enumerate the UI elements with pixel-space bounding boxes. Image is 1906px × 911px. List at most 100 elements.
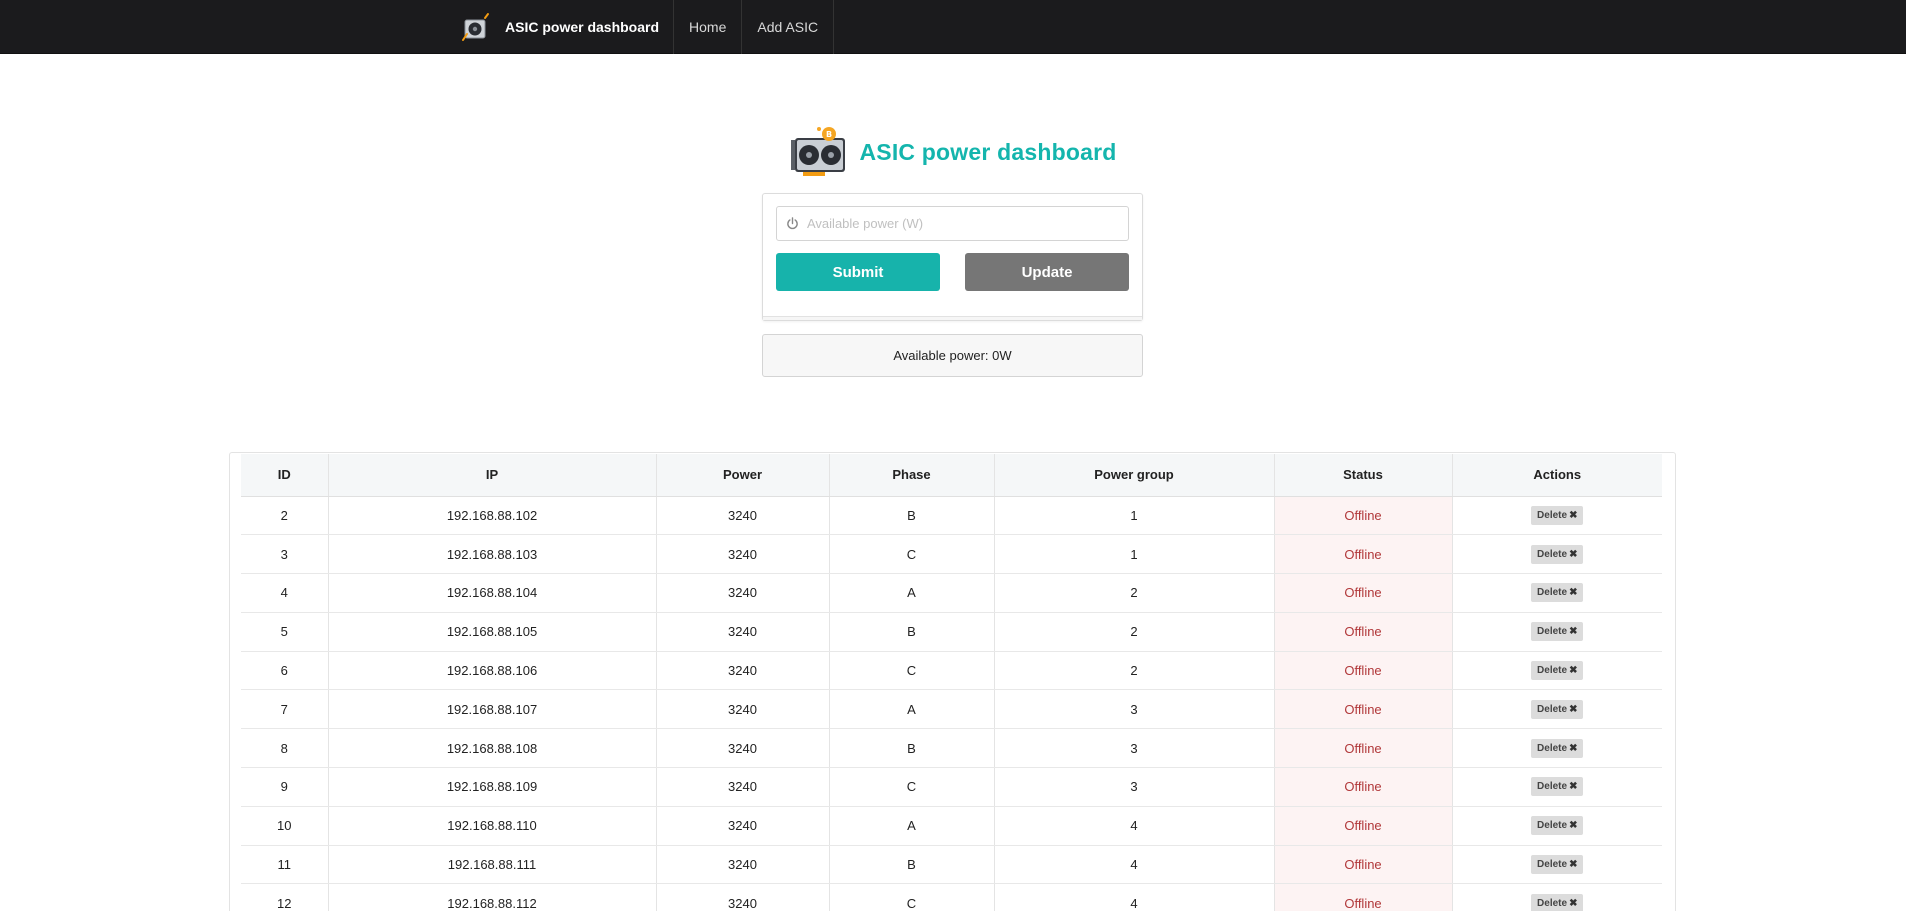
x-icon: ✖ [1569, 897, 1578, 909]
cell-power: 3240 [656, 845, 830, 885]
cell-status: Offline [1274, 612, 1453, 652]
cell-phase: C [829, 883, 995, 911]
cell-actions: Delete ✖ [1452, 534, 1662, 575]
cell-ip: 192.168.88.107 [328, 689, 657, 730]
x-icon: ✖ [1569, 859, 1578, 871]
power-input-group [776, 206, 1129, 241]
table-row: 5 192.168.88.105 3240 B 2 Offline Delete ✖ [241, 612, 1662, 652]
delete-button-label: Delete [1537, 742, 1568, 754]
delete-button[interactable]: Delete ✖ [1531, 777, 1584, 797]
submit-button[interactable]: Submit [776, 253, 940, 291]
asic-miner-icon: B [789, 126, 849, 178]
delete-button-label: Delete [1537, 820, 1568, 832]
cell-status: Offline [1274, 689, 1453, 730]
update-button[interactable]: Update [965, 253, 1129, 291]
cell-phase: A [829, 573, 995, 613]
table-row: 3 192.168.88.103 3240 C 1 Offline Delete ✖ [241, 534, 1662, 575]
nav-link-add-asic[interactable]: Add ASIC [742, 0, 835, 54]
delete-button[interactable]: Delete ✖ [1531, 738, 1584, 758]
top-navbar: ASIC power dashboard Home Add ASIC [0, 0, 1906, 54]
cell-status: Offline [1274, 728, 1453, 769]
cell-id: 6 [241, 651, 329, 691]
delete-button[interactable]: Delete ✖ [1531, 893, 1584, 911]
cell-status: Offline [1274, 496, 1453, 536]
cell-power: 3240 [656, 534, 830, 575]
cell-ip: 192.168.88.104 [328, 573, 657, 613]
x-icon: ✖ [1569, 509, 1578, 521]
delete-button-label: Delete [1537, 859, 1568, 871]
column-header-actions: Actions [1452, 454, 1662, 497]
navbar-brand-label: ASIC power dashboard [505, 19, 660, 35]
column-header-power: Power [656, 454, 830, 497]
delete-button-label: Delete [1537, 897, 1568, 909]
cell-id: 9 [241, 767, 329, 807]
cell-ip: 192.168.88.109 [328, 767, 657, 807]
cell-status: Offline [1274, 883, 1453, 911]
power-icon [777, 217, 807, 230]
cell-id: 3 [241, 534, 329, 575]
table-header-row: ID IP Power Phase Power group Status Act… [241, 454, 1662, 497]
nav-link-home[interactable]: Home [674, 0, 743, 54]
table-row: 9 192.168.88.109 3240 C 3 Offline Delete ✖ [241, 767, 1662, 807]
cell-phase: B [829, 612, 995, 652]
cell-id: 10 [241, 806, 329, 846]
cell-phase: B [829, 728, 995, 769]
delete-button-label: Delete [1537, 587, 1568, 599]
asic-table-panel: ID IP Power Phase Power group Status Act… [229, 452, 1676, 911]
cell-actions: Delete ✖ [1452, 573, 1662, 613]
column-header-power-group: Power group [994, 454, 1275, 497]
delete-button[interactable]: Delete ✖ [1531, 505, 1584, 525]
cell-ip: 192.168.88.102 [328, 496, 657, 536]
delete-button[interactable]: Delete ✖ [1531, 583, 1584, 603]
cell-power: 3240 [656, 651, 830, 691]
power-form-card: Submit Update [762, 193, 1143, 321]
cell-id: 4 [241, 573, 329, 613]
asic-table: ID IP Power Phase Power group Status Act… [241, 454, 1662, 911]
svg-text:B: B [826, 130, 832, 139]
cell-actions: Delete ✖ [1452, 845, 1662, 885]
page-title: ASIC power dashboard [859, 138, 1117, 165]
delete-button[interactable]: Delete ✖ [1531, 816, 1584, 836]
cell-actions: Delete ✖ [1452, 767, 1662, 807]
cell-power: 3240 [656, 806, 830, 846]
delete-button[interactable]: Delete ✖ [1531, 855, 1584, 875]
cell-actions: Delete ✖ [1452, 806, 1662, 846]
delete-button-label: Delete [1537, 665, 1568, 677]
x-icon: ✖ [1569, 781, 1578, 793]
cell-status: Offline [1274, 534, 1453, 575]
table-row: 11 192.168.88.111 3240 B 4 Offline Delete ✖ [241, 845, 1662, 885]
cell-phase: C [829, 767, 995, 807]
delete-button-label: Delete [1537, 626, 1568, 638]
cell-id: 11 [241, 845, 329, 885]
navbar-brand[interactable]: ASIC power dashboard [457, 0, 675, 54]
x-icon: ✖ [1569, 548, 1578, 560]
cell-status: Offline [1274, 845, 1453, 885]
cell-actions: Delete ✖ [1452, 651, 1662, 691]
column-header-ip: IP [328, 454, 657, 497]
delete-button[interactable]: Delete ✖ [1531, 661, 1584, 681]
cell-id: 12 [241, 883, 329, 911]
cell-status: Offline [1274, 767, 1453, 807]
cell-ip: 192.168.88.112 [328, 883, 657, 911]
delete-button-label: Delete [1537, 703, 1568, 715]
cell-phase: B [829, 845, 995, 885]
cell-status: Offline [1274, 651, 1453, 691]
delete-button[interactable]: Delete ✖ [1531, 544, 1584, 564]
cell-power-group: 4 [994, 806, 1275, 846]
table-row: 7 192.168.88.107 3240 A 3 Offline Delete ✖ [241, 689, 1662, 730]
cell-power: 3240 [656, 883, 830, 911]
delete-button[interactable]: Delete ✖ [1531, 699, 1584, 719]
cell-power-group: 1 [994, 496, 1275, 536]
available-power-input[interactable] [807, 208, 1128, 239]
cell-power: 3240 [656, 573, 830, 613]
cell-phase: A [829, 806, 995, 846]
cell-id: 2 [241, 496, 329, 536]
available-power-display: Available power: 0W [762, 334, 1143, 377]
page-header: B ASIC power dashboard [0, 126, 1906, 178]
cell-actions: Delete ✖ [1452, 883, 1662, 911]
delete-button[interactable]: Delete ✖ [1531, 622, 1584, 642]
table-row: 8 192.168.88.108 3240 B 3 Offline Delete ✖ [241, 728, 1662, 769]
column-header-status: Status [1274, 454, 1453, 497]
cell-power: 3240 [656, 767, 830, 807]
cell-power: 3240 [656, 496, 830, 536]
